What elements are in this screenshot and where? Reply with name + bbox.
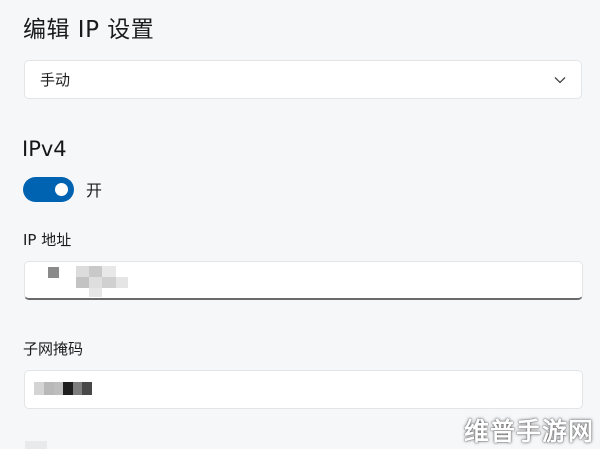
ipv4-toggle[interactable]: [23, 176, 74, 202]
chevron-down-icon: [553, 75, 567, 85]
ipv4-toggle-row: 开: [23, 175, 102, 203]
toggle-knob: [55, 182, 68, 196]
ip-address-label: IP 地址: [23, 231, 72, 249]
ipv4-toggle-label: 开: [86, 181, 103, 200]
site-watermark: 维普手游网: [463, 417, 594, 446]
dialog-title: 编辑 IP 设置: [23, 17, 155, 43]
next-field-label-partial: [25, 441, 47, 449]
ip-address-input[interactable]: [24, 261, 583, 300]
subnet-mask-label: 子网掩码: [23, 340, 84, 358]
subnet-mask-input[interactable]: [24, 370, 583, 409]
ipv4-heading: IPv4: [22, 137, 67, 161]
ip-mode-select[interactable]: 手动: [24, 60, 582, 99]
ip-mode-value: 手动: [40, 71, 71, 89]
